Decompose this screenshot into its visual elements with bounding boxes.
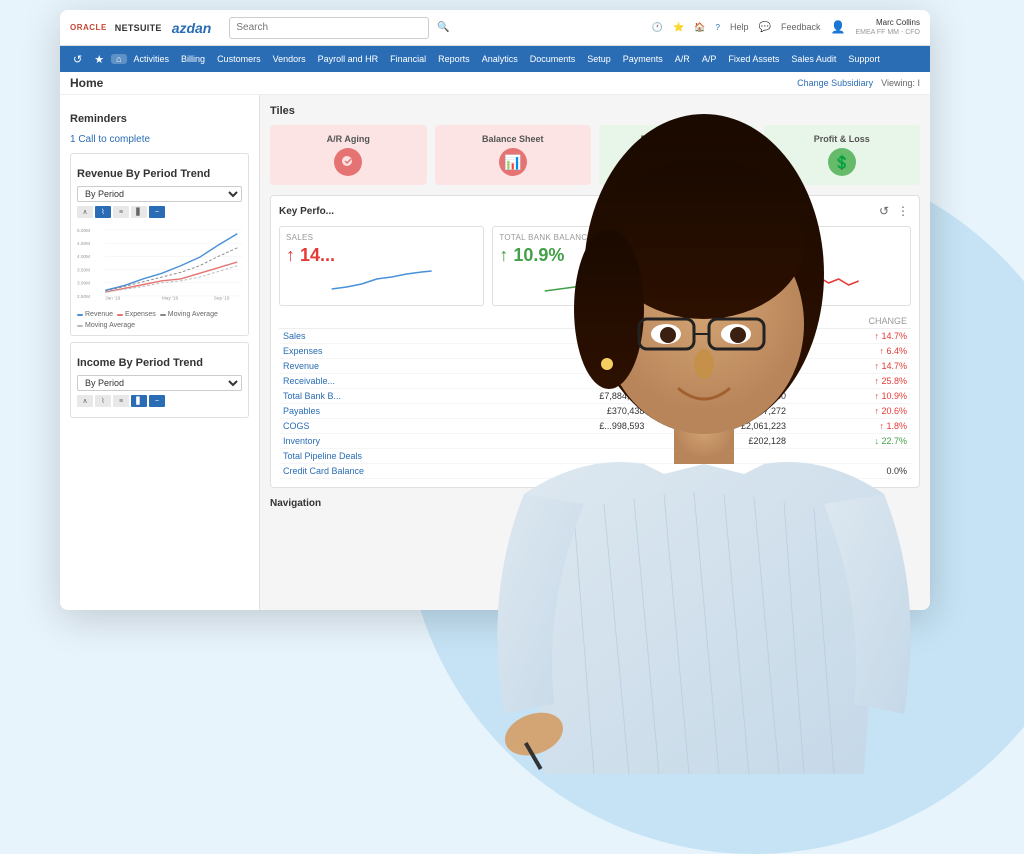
viewing-label: Viewing: I bbox=[881, 78, 920, 88]
nav-billing[interactable]: Billing bbox=[176, 54, 210, 64]
tile-ar-label: A/R Aging bbox=[327, 134, 370, 144]
svg-text:3.00M: 3.00M bbox=[77, 281, 90, 286]
chart-type-area[interactable]: ~ bbox=[149, 206, 165, 218]
svg-text:Jan '19: Jan '19 bbox=[105, 296, 120, 301]
nav-fixed-assets[interactable]: Fixed Assets bbox=[723, 54, 784, 64]
legend-revenue: Revenue bbox=[77, 311, 113, 318]
azdan-logo: azdan bbox=[172, 20, 212, 36]
sidebar: Reminders 1 Call to complete Revenue By … bbox=[60, 95, 260, 610]
svg-text:3.50M: 3.50M bbox=[77, 267, 90, 272]
user-name: Marc Collins bbox=[855, 18, 920, 28]
legend-expenses: Expenses bbox=[117, 311, 156, 318]
nav-home[interactable]: ⌂ bbox=[111, 54, 126, 64]
person-image bbox=[444, 94, 964, 774]
svg-text:5.00M: 5.00M bbox=[77, 228, 90, 233]
svg-text:2.50M: 2.50M bbox=[77, 294, 90, 299]
nav-analytics[interactable]: Analytics bbox=[477, 54, 523, 64]
chart-type-bar-h[interactable]: ≡ bbox=[113, 206, 129, 218]
income-chart-line[interactable]: ⌇ bbox=[95, 395, 111, 407]
top-content-bar: Home Change Subsidiary Viewing: I bbox=[60, 72, 930, 95]
chart-type-bar-v[interactable]: ▋ bbox=[131, 206, 147, 218]
revenue-trend-chart: Revenue By Period Trend By Period ∧ ⌇ ≡ … bbox=[70, 153, 249, 336]
tile-ar-aging[interactable]: A/R Aging bbox=[270, 125, 427, 185]
search-input[interactable] bbox=[229, 17, 429, 39]
nav-refresh-icon[interactable]: ↺ bbox=[68, 53, 87, 66]
revenue-chart-svg: 5.00M 4.50M 4.00M 3.50M 3.00M 2.50M bbox=[77, 222, 242, 302]
chart-type-icons: ∧ ⌇ ≡ ▋ ~ bbox=[77, 206, 242, 218]
income-chart-type-icons: ∧ ⌇ ≡ ▋ ~ bbox=[77, 395, 242, 407]
change-subsidiary-link[interactable]: Change Subsidiary bbox=[797, 78, 873, 88]
search-icon[interactable]: 🔍 bbox=[437, 22, 449, 33]
income-trend-chart: Income By Period Trend By Period ∧ ⌇ ≡ ▋… bbox=[70, 342, 249, 418]
income-period-select[interactable]: By Period bbox=[77, 375, 242, 391]
nav-payroll[interactable]: Payroll and HR bbox=[313, 54, 384, 64]
netsuite-logo: NETSUITE bbox=[115, 23, 162, 33]
legend-moving-avg-2: Moving Average bbox=[77, 322, 135, 329]
top-bar-icons: 🕐 ⭐ 🏠 ? Help 💬 Feedback 👤 Marc Collins E… bbox=[652, 18, 920, 37]
tile-ar-icon bbox=[334, 148, 362, 176]
nav-support[interactable]: Support bbox=[843, 54, 885, 64]
home-icon[interactable]: 🏠 bbox=[694, 22, 705, 33]
revenue-period-select[interactable]: By Period bbox=[77, 186, 242, 202]
nav-customers[interactable]: Customers bbox=[212, 54, 266, 64]
user-role: EMEA FF MM - CFO bbox=[855, 28, 920, 37]
income-chart-bar-h[interactable]: ≡ bbox=[113, 395, 129, 407]
svg-text:Sep '19: Sep '19 bbox=[214, 296, 230, 301]
nav-payments[interactable]: Payments bbox=[618, 54, 668, 64]
top-bar: ORACLE NETSUITE azdan 🔍 🕐 ⭐ 🏠 ? Help 💬 F… bbox=[60, 10, 930, 46]
income-chart-area[interactable]: ~ bbox=[149, 395, 165, 407]
nav-documents[interactable]: Documents bbox=[525, 54, 581, 64]
nav-ap[interactable]: A/P bbox=[697, 54, 722, 64]
reminders-title: Reminders bbox=[70, 113, 249, 125]
nav-ar[interactable]: A/R bbox=[670, 54, 695, 64]
user-icon[interactable]: 👤 bbox=[830, 20, 845, 34]
user-info: Marc Collins EMEA FF MM - CFO bbox=[855, 18, 920, 37]
nav-setup[interactable]: Setup bbox=[582, 54, 616, 64]
help-icon[interactable]: ? bbox=[716, 23, 720, 32]
feedback-label: Feedback bbox=[781, 22, 821, 32]
nav-activities[interactable]: Activities bbox=[129, 54, 175, 64]
income-trend-title: Income By Period Trend bbox=[77, 357, 242, 369]
nav-financial[interactable]: Financial bbox=[385, 54, 431, 64]
svg-text:4.00M: 4.00M bbox=[77, 254, 90, 259]
reminders-link[interactable]: 1 Call to complete bbox=[70, 134, 150, 145]
clock-icon[interactable]: 🕐 bbox=[652, 22, 663, 33]
svg-text:4.50M: 4.50M bbox=[77, 241, 90, 246]
help-label: Help bbox=[730, 22, 749, 32]
nav-bar: ↺ ★ ⌂ Activities Billing Customers Vendo… bbox=[60, 46, 930, 72]
svg-text:May '19: May '19 bbox=[162, 296, 179, 301]
nav-sales-audit[interactable]: Sales Audit bbox=[786, 54, 841, 64]
chart-type-line[interactable]: ⌇ bbox=[95, 206, 111, 218]
income-chart-mountain[interactable]: ∧ bbox=[77, 395, 93, 407]
chart-type-mountain[interactable]: ∧ bbox=[77, 206, 93, 218]
nav-vendors[interactable]: Vendors bbox=[268, 54, 311, 64]
revenue-trend-title: Revenue By Period Trend bbox=[77, 168, 242, 180]
income-chart-bar-v[interactable]: ▋ bbox=[131, 395, 147, 407]
star-icon[interactable]: ⭐ bbox=[673, 22, 684, 33]
page-title: Home bbox=[70, 76, 103, 90]
nav-bookmark-icon[interactable]: ★ bbox=[89, 53, 109, 66]
feedback-icon[interactable]: 💬 bbox=[759, 22, 771, 33]
chart-legend: Revenue Expenses Moving Average Moving A… bbox=[77, 311, 242, 329]
legend-moving-avg-1: Moving Average bbox=[160, 311, 218, 318]
kpi-title: Key Perfo... bbox=[279, 206, 334, 217]
nav-reports[interactable]: Reports bbox=[433, 54, 475, 64]
oracle-logo: ORACLE bbox=[70, 23, 107, 32]
